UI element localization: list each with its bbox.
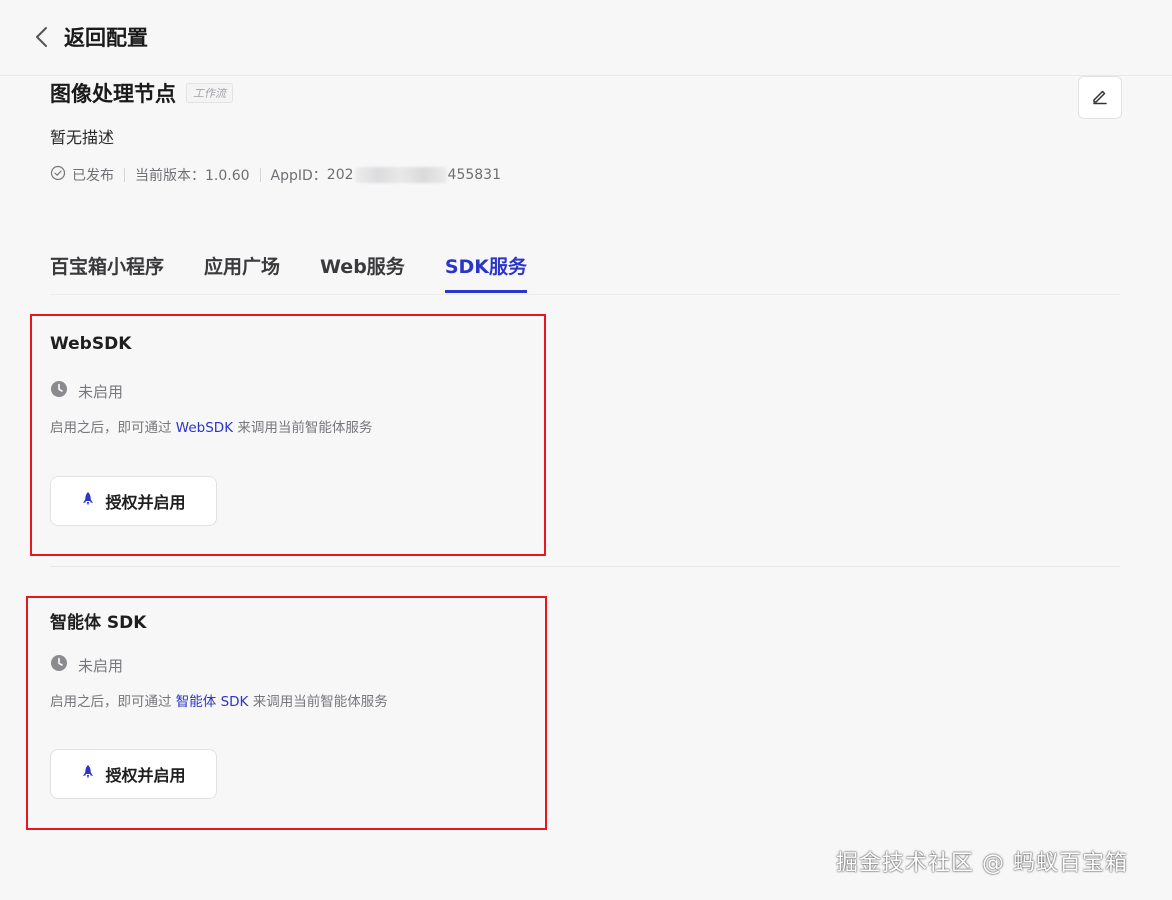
desc-text: 启用之后，即可通过: [50, 420, 176, 436]
chevron-left-icon: [32, 25, 52, 49]
tab-sdk-service[interactable]: SDK服务: [444, 238, 527, 293]
websdk-card: WebSDK 未启用 启用之后，即可通过 WebSDK 来调用当前智能体服务 授…: [30, 314, 546, 556]
publish-status: 已发布: [72, 168, 114, 184]
rocket-icon: [81, 491, 95, 511]
status-text: 未启用: [78, 656, 124, 675]
card-status: 未启用: [50, 654, 123, 676]
edit-button[interactable]: [1078, 76, 1122, 119]
app-description: 暂无描述: [50, 128, 115, 147]
authorize-enable-button[interactable]: 授权并启用: [50, 476, 217, 526]
websdk-link[interactable]: WebSDK: [176, 420, 233, 436]
watermark: 掘金技术社区 @ 蚂蚁百宝箱: [836, 851, 1128, 876]
check-circle-icon: [50, 165, 66, 185]
appid-redacted: [354, 167, 447, 183]
status-text: 未启用: [78, 382, 124, 401]
button-label: 授权并启用: [105, 766, 186, 785]
card-status: 未启用: [50, 380, 123, 402]
desc-text: 来调用当前智能体服务: [248, 694, 388, 710]
desc-text: 启用之后，即可通过: [50, 694, 176, 710]
desc-text: 来调用当前智能体服务: [233, 420, 373, 436]
agent-sdk-link[interactable]: 智能体 SDK: [176, 694, 249, 710]
back-label: 返回配置: [64, 26, 148, 50]
tab-app-square[interactable]: 应用广场: [204, 238, 280, 293]
card-title: WebSDK: [50, 334, 132, 354]
service-tabs: 百宝箱小程序 应用广场 Web服务 SDK服务: [50, 238, 1120, 295]
app-meta: 已发布 当前版本：1.0.60 AppID： 202 455831: [50, 164, 501, 186]
clock-icon: [50, 380, 68, 402]
appid-prefix: 202: [326, 167, 354, 183]
button-label: 授权并启用: [105, 493, 186, 512]
meta-divider: [259, 168, 261, 182]
tab-miniapp[interactable]: 百宝箱小程序: [50, 238, 164, 293]
meta-divider: [124, 168, 125, 182]
appid-suffix: 455831: [447, 167, 501, 183]
app-title: 图像处理节点: [50, 82, 176, 106]
section-divider: [50, 566, 1120, 567]
card-description: 启用之后，即可通过 智能体 SDK 来调用当前智能体服务: [50, 690, 388, 710]
app-type-tag: 工作流: [186, 83, 233, 103]
appid-label: AppID：: [270, 168, 327, 184]
version-text: 当前版本：1.0.60: [135, 168, 250, 184]
clock-icon: [50, 654, 68, 676]
pencil-icon: [1091, 87, 1109, 109]
tab-web-service[interactable]: Web服务: [320, 238, 405, 293]
card-title: 智能体 SDK: [50, 613, 147, 633]
authorize-enable-button[interactable]: 授权并启用: [50, 749, 217, 799]
agent-sdk-card: 智能体 SDK 未启用 启用之后，即可通过 智能体 SDK 来调用当前智能体服务…: [26, 596, 547, 830]
back-button[interactable]: 返回配置: [32, 20, 148, 54]
top-bar: 返回配置: [0, 0, 1172, 76]
app-title-row: 图像处理节点 工作流: [50, 78, 233, 108]
card-description: 启用之后，即可通过 WebSDK 来调用当前智能体服务: [50, 416, 372, 436]
rocket-icon: [81, 764, 95, 784]
